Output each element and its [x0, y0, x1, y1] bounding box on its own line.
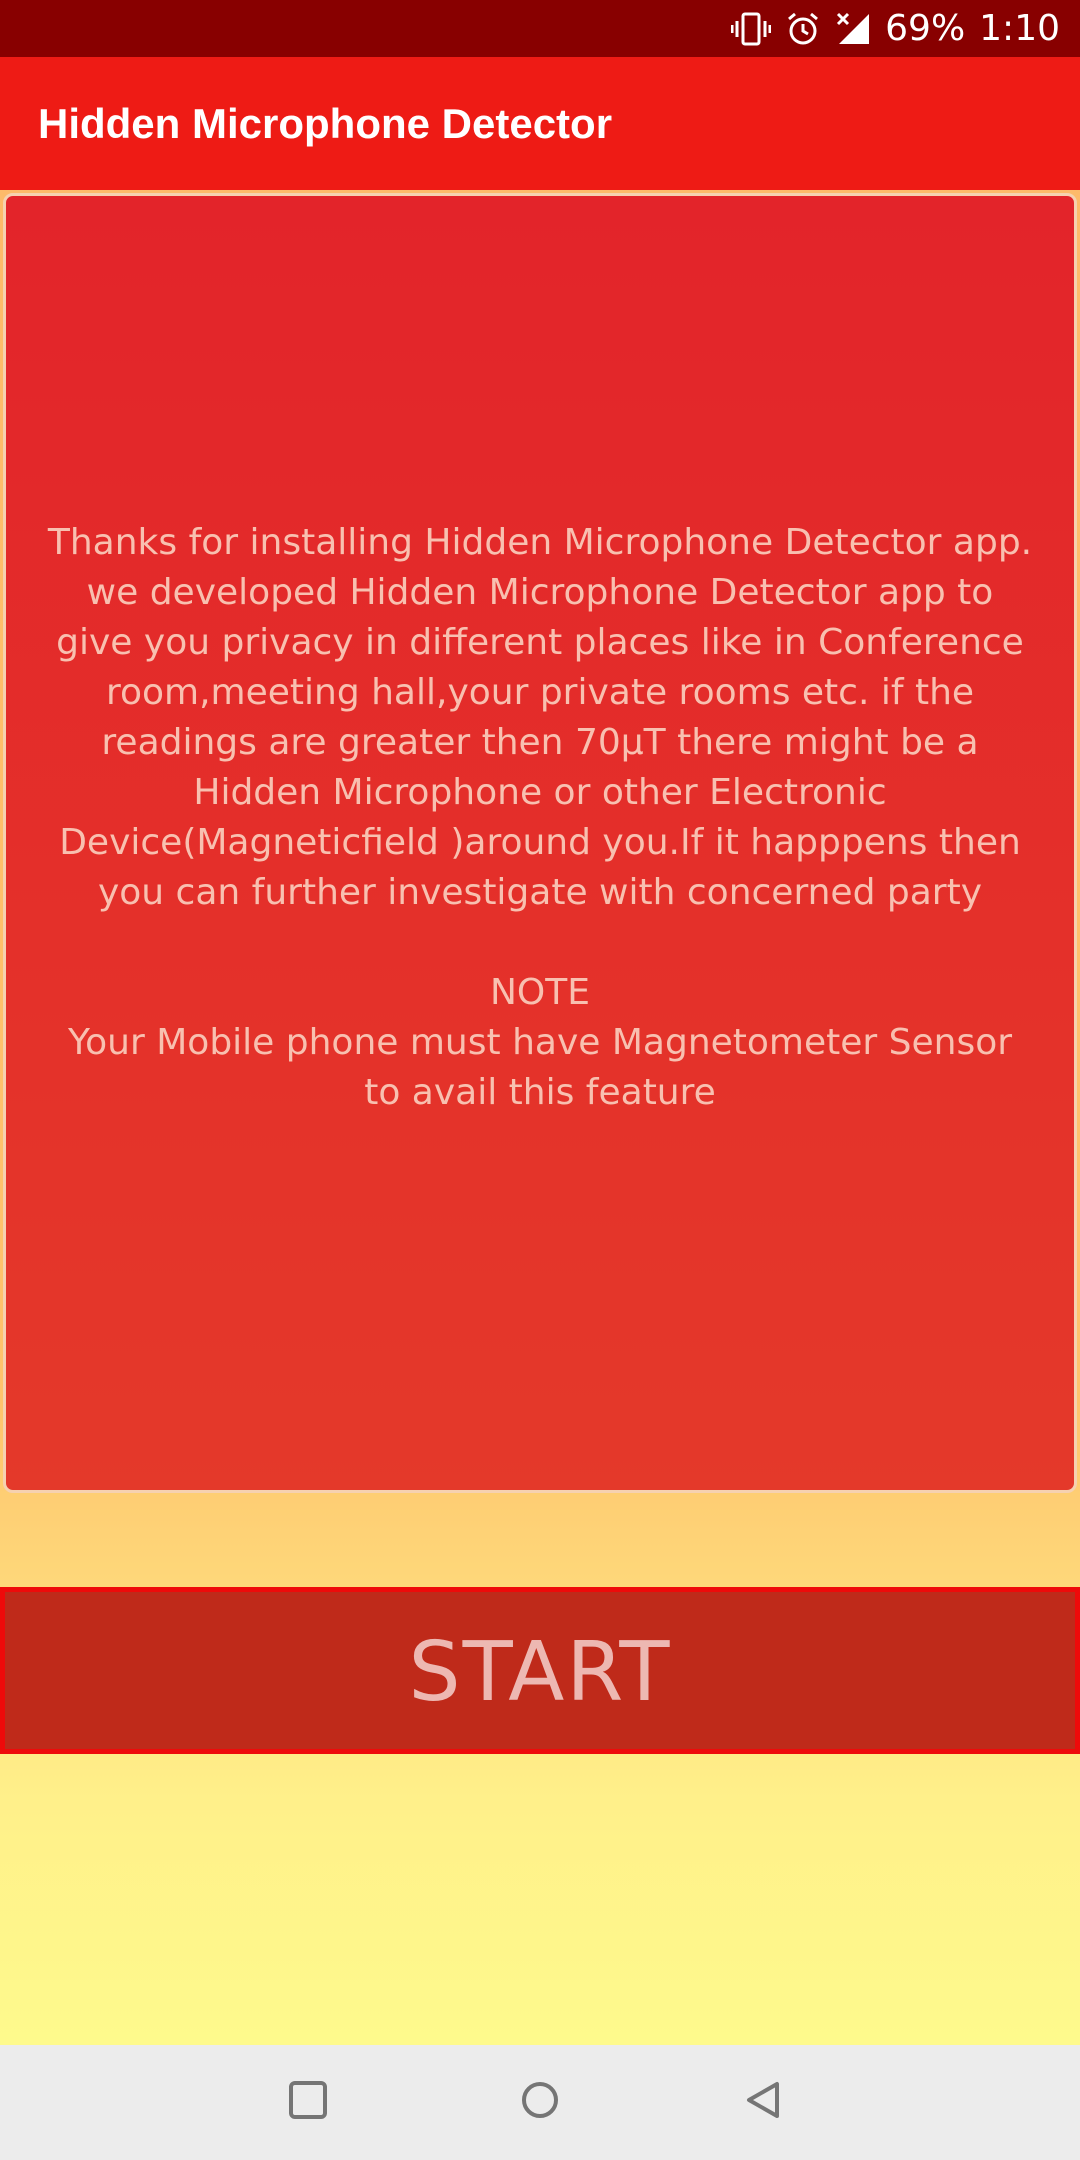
back-button[interactable]	[703, 2045, 823, 2160]
recents-button[interactable]	[248, 2045, 368, 2160]
info-card: Thanks for installing Hidden Microphone …	[3, 193, 1077, 1493]
navigation-bar	[0, 2045, 1080, 2160]
battery-percent: 69%	[885, 8, 966, 49]
note-text: Your Mobile phone must have Magnetometer…	[67, 1022, 1013, 1113]
info-paragraph: Thanks for installing Hidden Microphone …	[47, 522, 1033, 913]
status-icons: 69% 1:10	[731, 0, 1060, 57]
start-button[interactable]: START	[0, 1587, 1080, 1754]
recents-icon	[288, 2080, 328, 2125]
info-text: Thanks for installing Hidden Microphone …	[46, 518, 1034, 1118]
clock: 1:10	[979, 8, 1060, 49]
alarm-icon	[785, 11, 821, 47]
home-icon	[520, 2080, 560, 2125]
status-bar: 69% 1:10	[0, 0, 1080, 57]
note-heading: NOTE	[489, 972, 590, 1013]
page-title: Hidden Microphone Detector	[38, 100, 613, 147]
start-button-label: START	[408, 1624, 672, 1720]
signal-no-data-icon	[835, 11, 871, 47]
home-button[interactable]	[480, 2045, 600, 2160]
back-icon	[743, 2080, 783, 2125]
app-bar: Hidden Microphone Detector	[0, 57, 1080, 190]
vibrate-icon	[731, 11, 772, 47]
